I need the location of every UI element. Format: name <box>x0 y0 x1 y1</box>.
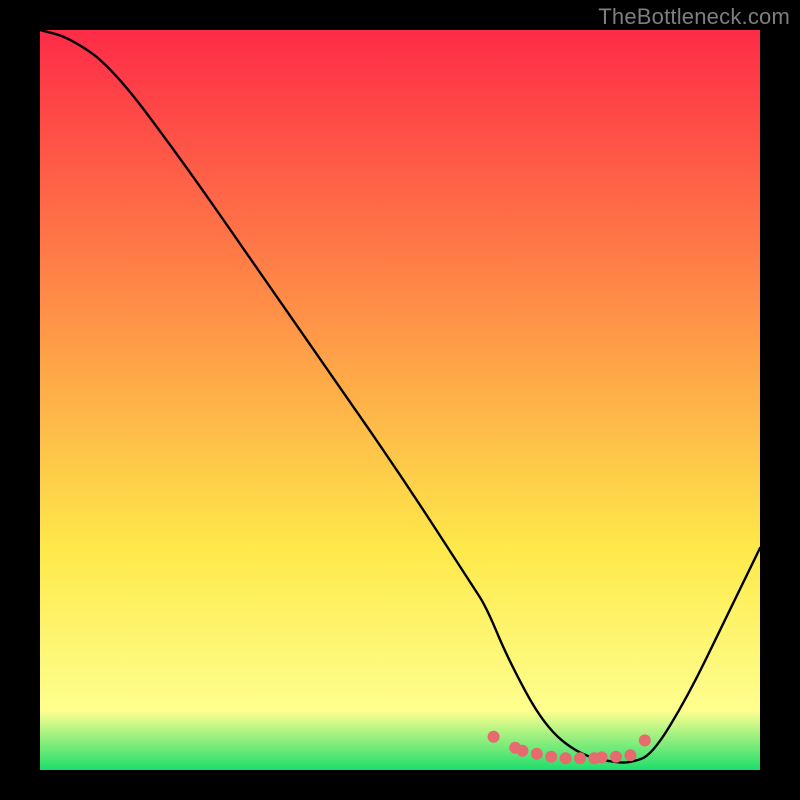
marker-dot <box>488 731 500 743</box>
marker-dot <box>574 752 586 764</box>
gradient-background <box>40 30 760 770</box>
marker-dot <box>639 734 651 746</box>
marker-dot <box>560 752 572 764</box>
watermark-label: TheBottleneck.com <box>598 4 790 30</box>
marker-dot <box>624 749 636 761</box>
marker-dot <box>610 751 622 763</box>
marker-dot <box>516 745 528 757</box>
marker-dot <box>531 748 543 760</box>
marker-dot <box>545 751 557 763</box>
chart-frame: TheBottleneck.com <box>0 0 800 800</box>
marker-dot <box>596 751 608 763</box>
bottleneck-chart <box>40 30 760 770</box>
